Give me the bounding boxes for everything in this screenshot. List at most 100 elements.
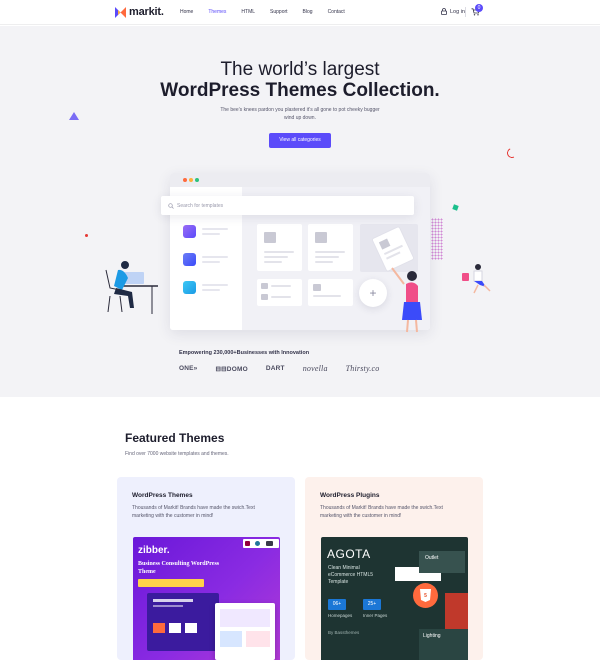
panel-description: Thousands of Markit! Brands have made th…: [320, 505, 443, 519]
image-placeholder-icon: [261, 294, 268, 300]
plugin-preview-image[interactable]: AGOTA Clean Minimal eCommerce HTML5 Temp…: [321, 537, 468, 660]
login-link[interactable]: Log in: [441, 8, 465, 15]
menu-item-html[interactable]: HTML: [241, 9, 255, 15]
placeholder-line: [202, 233, 220, 235]
window-dot-icon: [195, 178, 199, 182]
image-placeholder-icon: [313, 284, 321, 291]
placeholder-line: [315, 261, 333, 263]
preview-banner: Outlet: [419, 551, 465, 573]
brand-logo-novella: novella: [302, 364, 328, 373]
placeholder-line: [264, 251, 294, 253]
dot-decoration: [85, 234, 88, 237]
preview-tile: [153, 623, 165, 633]
placeholder-line: [264, 256, 288, 258]
logo-mark-icon: [115, 6, 126, 18]
brand-logo-domo: ⊟⊟DOMO: [215, 365, 248, 373]
plugin-icon: [266, 541, 273, 546]
placeholder-line: [315, 256, 339, 258]
template-card: [257, 279, 302, 306]
preview-brand: AGOTA: [327, 547, 371, 561]
app-icon: [183, 253, 196, 266]
hero-title-line1: The world’s largest: [220, 59, 380, 80]
search-icon: [168, 203, 174, 209]
preview-heading: Business Consulting WordPress Theme: [138, 561, 220, 575]
placeholder-line: [153, 599, 193, 602]
preview-block: [220, 631, 242, 647]
featured-title: Featured Themes: [125, 431, 225, 445]
theme-preview-image[interactable]: zibber. Business Consulting WordPress Th…: [133, 537, 280, 660]
preview-stat-badge: 25+: [363, 599, 381, 610]
template-search-bar[interactable]: Search for templates: [161, 196, 414, 215]
app-icon: [183, 225, 196, 238]
menu-item-support[interactable]: Support: [270, 9, 288, 15]
preview-heading: Clean Minimal eCommerce HTML5 Template: [328, 565, 374, 585]
placeholder-line: [271, 296, 291, 298]
window-dot-icon: [183, 178, 187, 182]
wordpress-plugins-panel[interactable]: WordPress Plugins Thousands of Markit! B…: [305, 477, 483, 660]
logo[interactable]: markit.: [115, 6, 164, 18]
login-label: Log in: [450, 8, 465, 15]
preview-stat-label: Homepages: [328, 613, 353, 618]
main-menu: Home Themes HTML Support Blog Contact: [180, 9, 360, 15]
panel-title: WordPress Themes: [132, 492, 193, 499]
preview-stat-badge: 06+: [328, 599, 346, 610]
person-at-desk-illustration: [105, 261, 158, 314]
search-placeholder: Search for templates: [177, 203, 224, 209]
logo-text: markit.: [129, 6, 164, 18]
panel-title: WordPress Plugins: [320, 492, 380, 499]
svg-text:5: 5: [424, 593, 427, 599]
window-dot-icon: [189, 178, 193, 182]
preview-plugin-badges: [243, 539, 279, 548]
menu-item-blog[interactable]: Blog: [303, 9, 313, 15]
placeholder-line: [202, 284, 228, 286]
menu-item-contact[interactable]: Contact: [328, 9, 345, 15]
plus-icon: +: [359, 279, 387, 307]
html5-shield-icon: 5: [420, 589, 431, 602]
image-placeholder-icon: [264, 232, 276, 243]
dot-grid-decoration: [431, 218, 443, 260]
image-placeholder-icon: [315, 232, 327, 243]
elementor-icon: [245, 541, 250, 546]
placeholder-line: [313, 295, 341, 297]
featured-subtitle: Find over 7000 website templates and the…: [125, 451, 229, 457]
lock-icon: [441, 8, 447, 15]
preview-author: By Bassthemes: [328, 630, 360, 635]
hero-subtitle: The bee’s knees pardon you plastered it’…: [220, 107, 380, 121]
placeholder-line: [153, 605, 183, 607]
menu-item-themes[interactable]: Themes: [208, 9, 226, 15]
preview-brand: zibber.: [138, 545, 170, 556]
brand-logo-thirsty: Thirsty.co: [345, 364, 380, 373]
preview-block: [220, 609, 270, 627]
preview-highlight-bar: [138, 579, 204, 587]
placeholder-line: [315, 251, 345, 253]
hero-title-line2: WordPress Themes Collection.: [160, 80, 440, 101]
mail-icon: [183, 281, 196, 294]
wordpress-icon: [255, 541, 260, 546]
preview-tile: [185, 623, 197, 633]
preview-stat-label: Inner Pages: [363, 613, 388, 618]
running-woman-illustration: [462, 264, 491, 294]
image-placeholder-icon: [261, 283, 268, 289]
placeholder-line: [202, 228, 228, 230]
template-card: [308, 224, 353, 271]
empower-text: Empowering 230,000+Businesses with Innov…: [179, 350, 310, 356]
preview-tag: Outlet: [425, 555, 439, 561]
placeholder-line: [264, 261, 282, 263]
preview-product-tile: Lighting: [419, 629, 468, 660]
preview-device-mockup: [147, 593, 219, 651]
preview-second-mockup: [215, 603, 275, 660]
template-card: [257, 224, 302, 271]
top-navbar: markit. Home Themes HTML Support Blog Co…: [0, 0, 600, 25]
placeholder-line: [202, 256, 228, 258]
wordpress-themes-panel[interactable]: WordPress Themes Thousands of Markit! Br…: [117, 477, 295, 660]
preview-tile: [169, 623, 181, 633]
woman-illustration: [391, 267, 422, 333]
page: markit. Home Themes HTML Support Blog Co…: [0, 0, 600, 660]
template-card: [308, 279, 353, 306]
view-all-categories-button[interactable]: View all categories: [269, 133, 331, 148]
preview-product-tile: [445, 593, 468, 633]
menu-item-home[interactable]: Home: [180, 9, 193, 15]
cart-count-badge: 0: [475, 4, 483, 12]
placeholder-line: [271, 285, 291, 287]
html5-icon: 5: [413, 583, 438, 608]
